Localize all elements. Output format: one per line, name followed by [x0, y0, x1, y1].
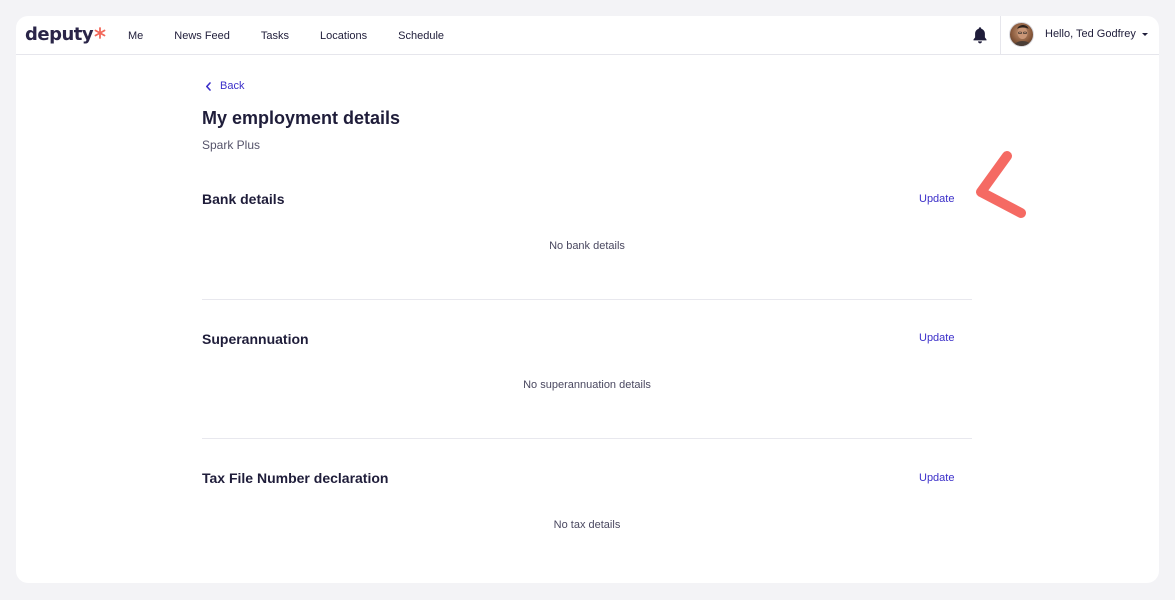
annotation-arrow-icon	[976, 151, 1026, 218]
superannuation-update-button[interactable]: Update	[919, 332, 954, 344]
deputy-logo[interactable]: deputy	[25, 24, 106, 45]
app-window: deputy Me News Feed Tasks Locations Sche…	[16, 16, 1159, 583]
section-divider	[202, 299, 972, 300]
main-nav: Me News Feed Tasks Locations Schedule	[128, 16, 475, 55]
bank-details-update-button[interactable]: Update	[919, 193, 954, 205]
logo-mark-icon	[94, 26, 106, 39]
bell-icon[interactable]	[972, 26, 988, 44]
page-title: My employment details	[202, 108, 401, 128]
nav-item-tasks[interactable]: Tasks	[261, 30, 289, 42]
tax-file-number-title: Tax File Number declaration	[202, 470, 389, 486]
user-menu[interactable]: Hello, Ted Godfrey	[1045, 28, 1148, 40]
avatar-image	[1013, 25, 1032, 46]
bank-details-empty: No bank details	[549, 240, 625, 252]
nav-item-schedule[interactable]: Schedule	[398, 30, 444, 42]
nav-item-me[interactable]: Me	[128, 30, 143, 42]
logo-text: deputy	[25, 24, 94, 45]
nav-item-locations[interactable]: Locations	[320, 30, 367, 42]
tax-file-number-update-button[interactable]: Update	[919, 472, 954, 484]
nav-divider	[1000, 16, 1001, 55]
superannuation-title: Superannuation	[202, 331, 309, 347]
superannuation-empty: No superannuation details	[523, 379, 651, 391]
nav-item-news-feed[interactable]: News Feed	[174, 30, 230, 42]
section-divider	[202, 438, 972, 439]
caret-down-icon	[1141, 32, 1148, 36]
chevron-left-icon	[206, 81, 211, 91]
back-label: Back	[220, 80, 245, 92]
page-subtitle: Spark Plus	[202, 138, 261, 152]
user-greeting: Hello, Ted Godfrey	[1045, 28, 1136, 40]
avatar[interactable]	[1009, 22, 1034, 47]
bank-details-title: Bank details	[202, 191, 285, 207]
back-link[interactable]: Back	[205, 80, 244, 92]
top-navigation: deputy Me News Feed Tasks Locations Sche…	[16, 16, 1159, 55]
tax-file-number-empty: No tax details	[553, 519, 621, 531]
